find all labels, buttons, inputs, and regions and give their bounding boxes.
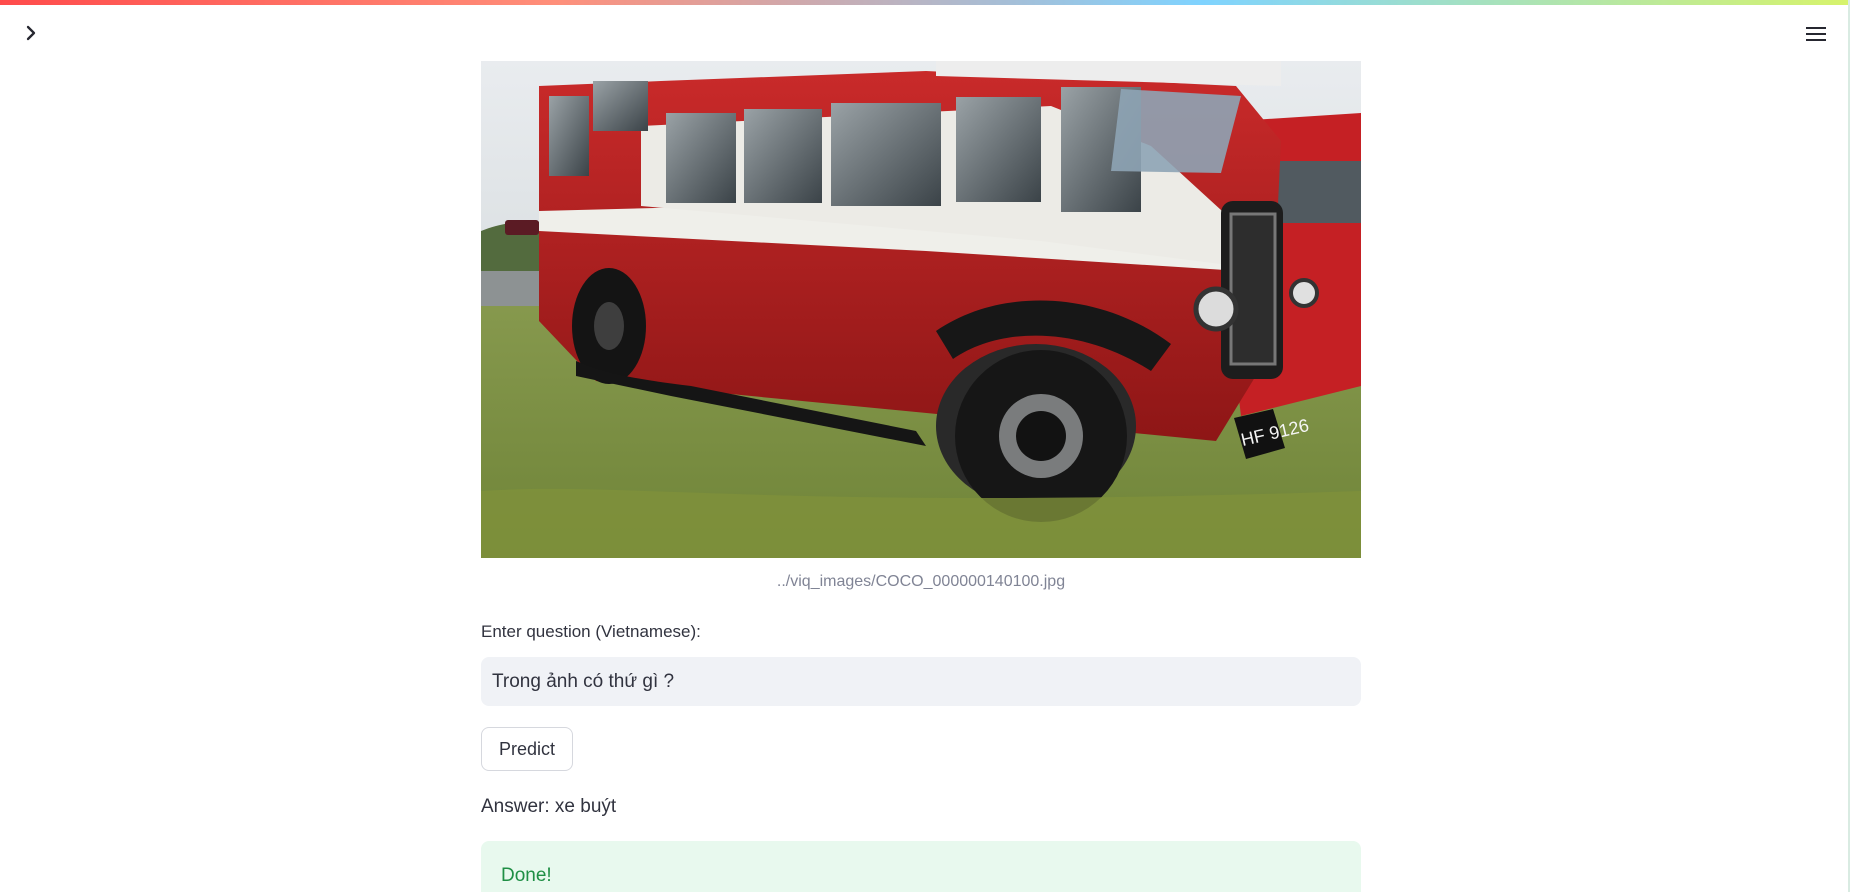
hamburger-menu-icon <box>1806 27 1826 41</box>
foreground-grass <box>481 488 1361 558</box>
main-menu-button[interactable] <box>1804 22 1828 46</box>
bus-grille-detail <box>1229 212 1277 366</box>
bus-right-headlight <box>1289 278 1319 308</box>
bus-upper-window <box>593 81 648 131</box>
predict-button[interactable]: Predict <box>481 727 573 771</box>
bus-side-window-4 <box>956 97 1041 202</box>
main-content: HF 9126 ../viq_images/COCO_000000140100.… <box>481 61 1361 892</box>
chevron-right-icon <box>26 25 36 41</box>
success-status: Done! <box>481 841 1361 892</box>
bus-windshield <box>1111 89 1241 173</box>
question-input[interactable] <box>481 657 1361 706</box>
streamlit-app: HF 9126 ../viq_images/COCO_000000140100.… <box>0 0 1850 892</box>
top-decoration-bar <box>0 0 1850 5</box>
bus-side-window-2 <box>744 109 822 203</box>
answer-text: Answer: xe buýt <box>481 796 617 817</box>
bus-side-window-3 <box>831 103 941 206</box>
bus-left-headlight <box>1193 286 1239 332</box>
front-hub-center <box>1016 411 1066 461</box>
background-car <box>505 220 539 235</box>
bus-rear-window <box>549 96 589 176</box>
bus-side-window-1 <box>666 113 736 203</box>
question-label: Enter question (Vietnamese): <box>481 622 701 641</box>
image-caption: ../viq_images/COCO_000000140100.jpg <box>776 573 1066 590</box>
uploaded-image-container: HF 9126 <box>481 61 1361 558</box>
bus-image: HF 9126 <box>481 61 1361 558</box>
success-status-text: Done! <box>501 865 552 886</box>
sidebar-toggle-button[interactable] <box>20 22 42 44</box>
rear-hub <box>594 302 624 350</box>
